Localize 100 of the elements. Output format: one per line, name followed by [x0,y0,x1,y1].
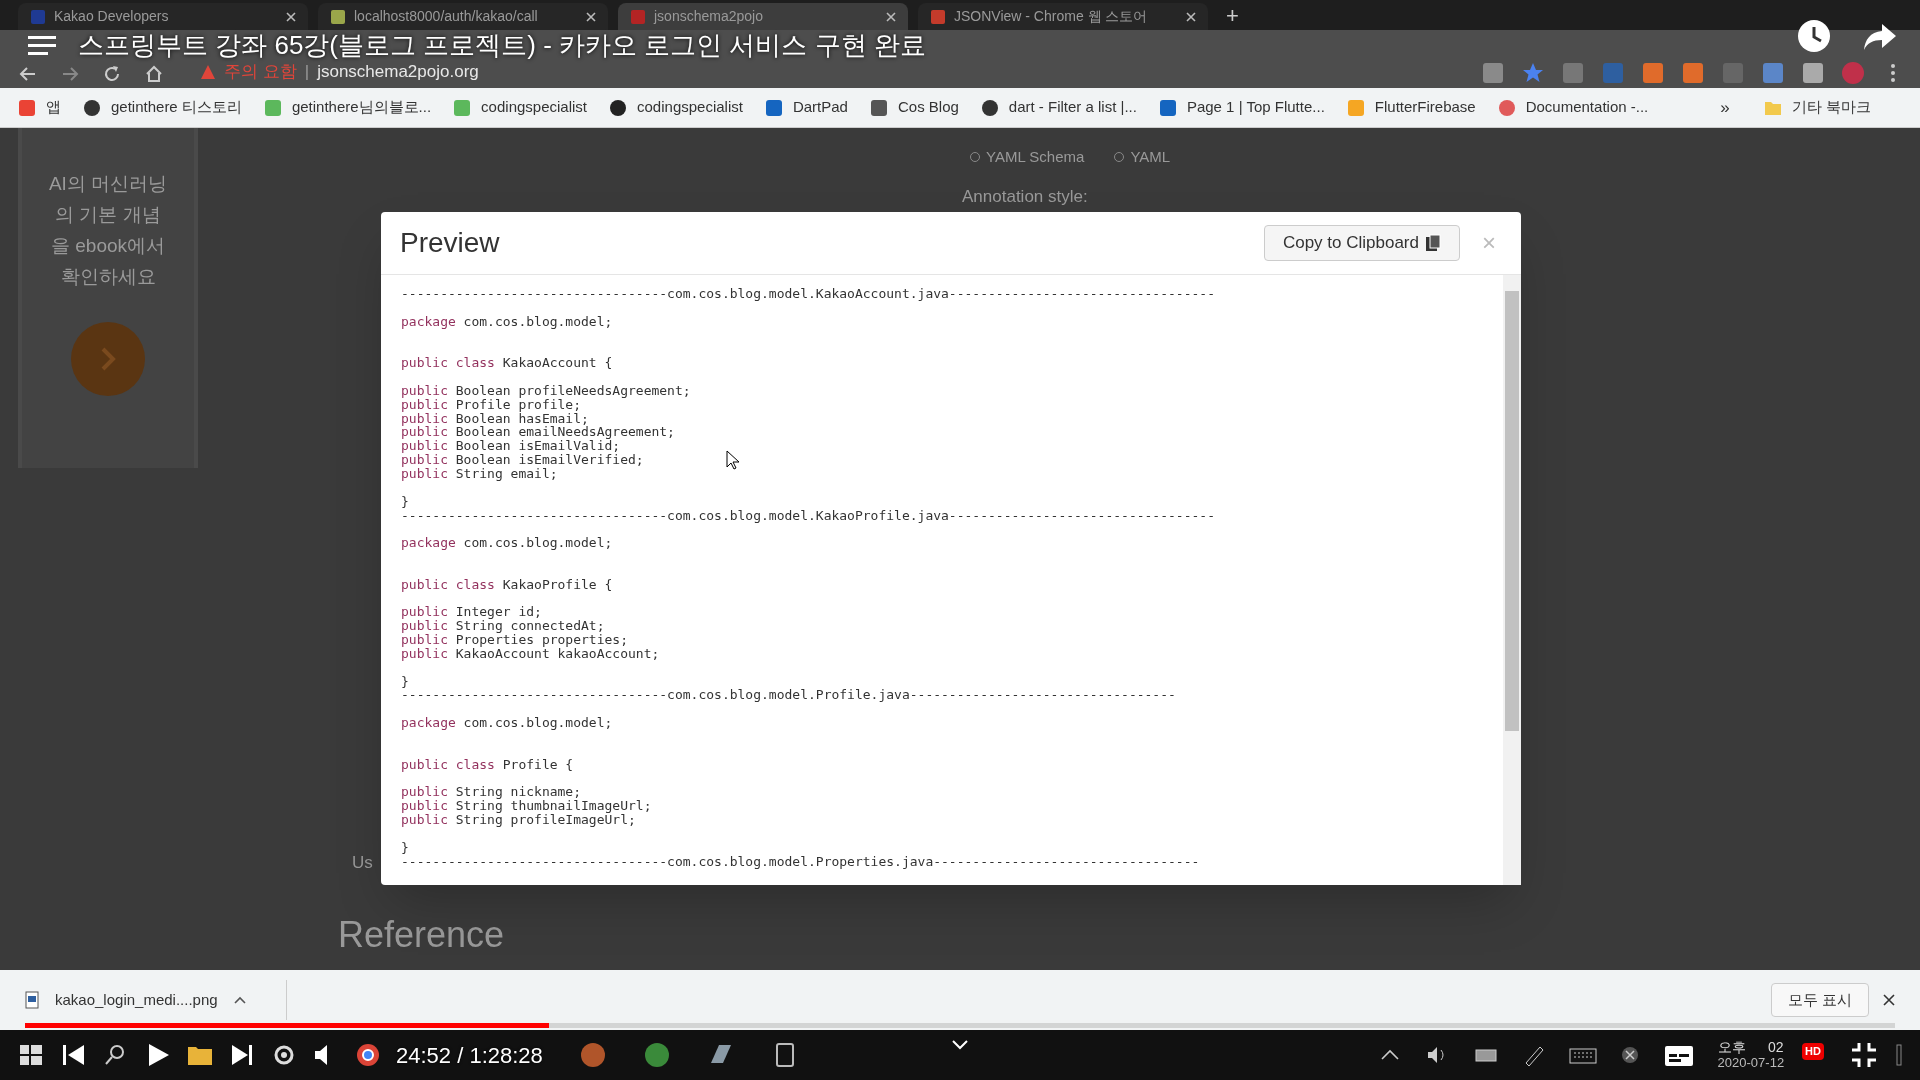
code-line: public String connectedAt; [401,619,605,634]
bookmark[interactable]: Cos Blog [869,96,959,119]
code-line: public KakaoAccount kakaoAccount; [401,646,660,661]
video-title: 스프링부트 강좌 65강(블로그 프로젝트) - 카카오 로그인 서비스 구현 완료 [78,31,926,60]
bookmark-icon [18,98,36,117]
file-separator: ----------------------------------com.cos.blog.model.KakaoAccount.java---------------------------------- [401,287,1215,301]
code-line: public Integer id; [401,605,542,620]
other-bookmarks[interactable]: 기타 북마크 [1763,96,1871,119]
bookmark[interactable]: Documentation -... [1497,96,1649,119]
star-icon[interactable] [1522,62,1544,84]
code-line: public Boolean isEmailVerified; [401,453,644,467]
page-text: Us [352,852,373,874]
code-line: public class KakaoAccount { [401,356,613,371]
close-icon[interactable] [1186,11,1196,22]
tab-label: jsonschema2pojo [654,7,764,26]
page-icon [930,8,946,25]
code-line: package com.cos.blog.model; [401,314,613,329]
code-line: public class Profile { [401,757,574,772]
browser-tab[interactable]: JSONView - Chrome 웹 스토어 [918,3,1208,30]
radio-option[interactable]: YAML Schema [970,146,1085,169]
exit-fullscreen-icon[interactable] [1850,1041,1878,1069]
file-separator: ----------------------------------com.cos.blog.model.KakaoProfile.java---------------------------------- [401,508,1215,523]
code-line: public Boolean hasEmail; [401,411,589,426]
page-icon [630,8,646,25]
chevron-up-icon [233,996,246,1004]
copy-button[interactable]: Copy to Clipboard [1263,225,1460,261]
show-all-button[interactable]: 모두 표시 [1770,983,1869,1017]
download-item[interactable]: kakao_login_medi....png [25,980,287,1020]
file-separator: ----------------------------------com.cos.blog.model.Properties.java---------------------------------- [401,854,1200,869]
bookmark[interactable]: Page 1 | Top Flutte... [1158,96,1325,119]
scrollbar[interactable] [1503,275,1521,885]
bookmark-icon [609,98,627,117]
bookmark[interactable]: FlutterFirebase [1346,96,1476,119]
menu-icon[interactable] [28,34,56,57]
tab-label: JSONView - Chrome 웹 스토어 [954,7,1149,26]
code-line: public Boolean profileNeedsAgreement; [401,383,691,398]
close-icon[interactable] [586,11,596,22]
clock-time: 02 [1768,1039,1784,1055]
code-line: } [401,674,409,689]
clock-icon[interactable] [1796,18,1832,54]
close-icon[interactable] [286,11,296,22]
more-bookmarks-button[interactable]: » [1720,94,1730,121]
file-separator: ----------------------------------com.cos.blog.model.Profile.java---------------------------------- [401,688,1176,703]
browser-tab[interactable]: localhost8000/auth/kakao/call [318,3,608,30]
extension-icon[interactable] [1642,62,1664,84]
url-divider: | [304,61,310,84]
security-warning: 주의 요함 [224,61,297,84]
bookmark-icon [453,98,472,117]
app-icon[interactable] [642,1041,671,1069]
bookmark[interactable]: DartPad [764,96,848,119]
clock-date: 2020-07-12 [1717,1055,1785,1071]
clipboard-icon [1425,234,1441,252]
bookmark[interactable]: codingspecialist [609,96,743,119]
bookmark-icon [764,98,783,117]
code-line: public Properties properties; [401,633,628,647]
code-line: package com.cos.blog.model; [401,536,613,551]
bookmark-icon [1158,98,1177,117]
annotation-label: Annotation style: [962,186,1088,208]
url-text: jsonschema2pojo.org [317,61,479,84]
clock-period: 오후 [1718,1039,1747,1055]
code-line: public Boolean isEmailValid; [401,439,621,454]
browser-tab[interactable]: jsonschema2pojo [618,3,908,30]
code-line: public Boolean emailNeedsAgreement; [401,425,675,440]
bookmark-icon [263,98,282,117]
bookmark-icon [869,98,888,117]
page-icon [330,8,346,25]
warning-icon [200,64,216,80]
code-line: } [401,494,409,509]
close-icon[interactable] [1883,994,1895,1006]
code-line: public String nickname; [401,785,582,800]
bookmark[interactable]: dart - Filter a list |... [980,96,1137,119]
ad-text: AI의 머신러닝의 기본 개념을 ebook에서 확인하세요 [48,172,168,289]
page-icon [30,8,46,25]
tab-label: Kakao Developers [54,7,170,26]
code-line: public String profileImageUrl; [401,813,636,827]
file-icon [25,991,39,1009]
bookmark-icon [1346,98,1365,117]
bookmark-icon [1497,98,1516,117]
bookmark[interactable]: 앱 [18,96,61,119]
close-icon[interactable] [886,11,896,22]
section-heading: Reference [338,913,505,957]
chevron-down-icon[interactable] [952,1040,968,1050]
hd-badge: HD [1802,1043,1824,1060]
address-bar[interactable]: 주의 요함 | jsonschema2pojo.org [200,60,1430,84]
bookmark[interactable]: getinthere 티스토리 [83,96,242,119]
browser-icon[interactable] [354,1041,382,1069]
dialog-title: Preview [400,226,501,260]
extension-icon[interactable] [1682,62,1704,84]
bookmark[interactable]: getinthere님의블로... [263,96,432,119]
new-tab-button[interactable]: + [1218,3,1247,30]
code-line: public Profile profile; [401,397,582,412]
home-icon[interactable] [144,64,164,84]
reload-icon[interactable] [102,64,122,84]
browser-tab[interactable]: Kakao Developers [18,3,308,30]
video-progress-bar[interactable] [25,1023,1895,1028]
cursor-icon [726,450,740,470]
bookmark-icon [83,98,101,117]
radio-option[interactable]: YAML [1114,146,1171,169]
bookmark[interactable]: codingspecialist [453,96,587,119]
folder-icon [1763,99,1782,116]
